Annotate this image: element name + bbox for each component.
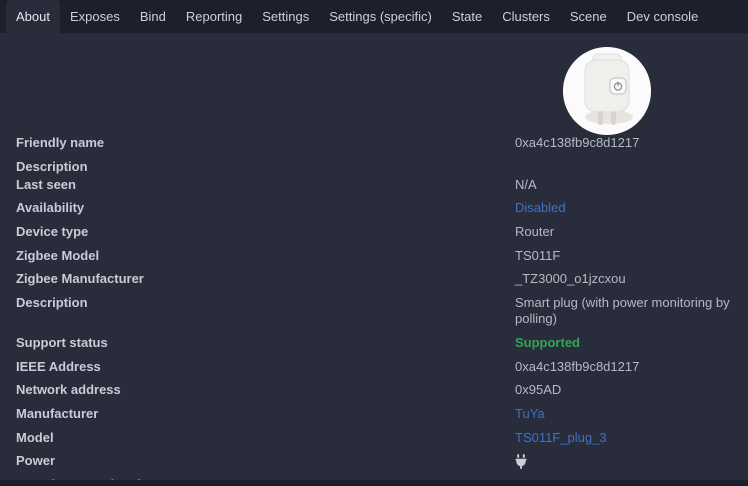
property-row-manufacturer: Manufacturer TuYa [16,406,748,422]
property-row-device-type: Device type Router [16,224,748,240]
property-label: Support status [16,334,108,350]
property-label: IEEE Address [16,358,101,374]
tab-clusters[interactable]: Clusters [492,0,560,33]
support-status-badge: Supported [515,334,580,350]
about-panel: Friendly name 0xa4c138fb9c8d1217 Descripti… [0,33,748,480]
tab-bind[interactable]: Bind [130,0,176,33]
property-row-ieee-address: IEEE Address 0xa4c138fb9c8d1217 [16,359,748,375]
plug-icon [515,454,527,470]
property-value-friendly-name: 0xa4c138fb9c8d1217 [515,135,640,150]
property-label: Friendly name [16,135,105,150]
device-image-row [0,33,748,135]
property-row-zigbee-manufacturer: Zigbee Manufacturer _TZ3000_o1jzcxou [16,271,748,287]
property-row-description: Description Smart plug (with power monito… [16,295,748,327]
property-row-last-seen: Last seen N/A [16,177,748,193]
property-value-description: Smart plug (with power monitoring by pol… [515,295,730,327]
property-row-interview-completed: Interview completedTrue [16,477,748,480]
tab-state[interactable]: State [442,0,492,33]
property-value-ieee-address: 0xa4c138fb9c8d1217 [515,358,640,374]
property-label: Description [16,158,88,174]
tab-settings[interactable]: Settings [252,0,319,33]
property-value-zigbee-manufacturer: _TZ3000_o1jzcxou [515,271,626,287]
property-row-network-address: Network address 0x95AD [16,382,748,398]
property-value-network-address: 0x95AD [515,382,562,398]
property-label: Interview completed [16,477,515,480]
property-label: Description [16,295,88,311]
property-row-support-status: Support status Supported [16,335,748,351]
tab-settings-specific[interactable]: Settings (specific) [319,0,442,33]
tab-reporting[interactable]: Reporting [176,0,252,33]
property-value-power [515,453,527,470]
property-value-interview-completed: True [515,477,541,480]
tab-exposes[interactable]: Exposes [60,0,130,33]
property-row-friendly-name: Friendly name 0xa4c138fb9c8d1217 [16,135,748,151]
property-row-description-empty: Description [16,159,748,175]
device-tab-bar: About Exposes Bind Reporting Settings Setting… [0,0,748,33]
property-value-device-type: Router [515,224,555,240]
property-row-zigbee-model: Zigbee Model TS011F [16,248,748,264]
property-label: Last seen [16,176,76,192]
property-row-availability: Availability Disabled [16,200,748,216]
property-label: Availability [16,200,85,216]
property-label: Device type [16,224,89,240]
property-row-model: Model TS011F_plug_3 [16,430,748,446]
tab-scene[interactable]: Scene [560,0,617,33]
property-label: Zigbee Model [16,247,100,263]
tab-dev-console[interactable]: Dev console [617,0,709,33]
device-properties: Friendly name 0xa4c138fb9c8d1217 Descripti… [0,135,748,480]
model-link[interactable]: TS011F_plug_3 [515,430,607,446]
property-value-last-seen: N/A [515,176,537,192]
property-label: Zigbee Manufacturer [16,271,144,287]
smart-plug-illustration [563,47,651,135]
manufacturer-link[interactable]: TuYa [515,406,545,422]
property-label: Network address [16,382,121,398]
property-label: Model [16,429,54,445]
tab-about[interactable]: About [6,0,60,33]
property-row-power: Power [16,453,748,470]
availability-link[interactable]: Disabled [515,200,566,216]
property-label: Manufacturer [16,405,99,421]
device-photo [563,47,651,135]
property-label: Power [16,453,56,469]
property-value-zigbee-model: TS011F [515,247,561,263]
